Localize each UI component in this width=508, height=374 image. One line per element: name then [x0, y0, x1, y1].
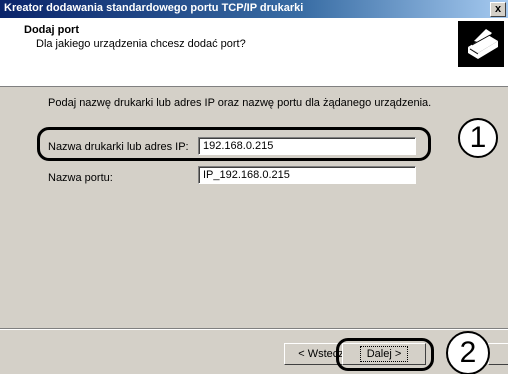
instruction-text: Podaj nazwę drukarki lub adres IP oraz n… [48, 97, 432, 109]
cancel-button[interactable] [488, 343, 508, 365]
window-title: Kreator dodawania standardowego portu TC… [4, 2, 304, 14]
close-button[interactable]: x [490, 2, 506, 17]
callout-frame-next [336, 338, 434, 371]
callout-number-1: 1 [458, 118, 498, 158]
close-icon: x [494, 3, 502, 15]
port-name-input[interactable]: IP_192.168.0.215 [198, 166, 416, 184]
printer-name-label: Nazwa drukarki lub adres IP: [48, 141, 189, 153]
callout-number-2: 2 [446, 331, 490, 374]
page-subtitle: Dla jakiego urządzenia chcesz dodać port… [36, 38, 246, 50]
printer-icon [458, 21, 504, 67]
page-title: Dodaj port [24, 24, 79, 36]
wizard-window: Kreator dodawania standardowego portu TC… [0, 0, 508, 374]
wizard-header: Dodaj port Dla jakiego urządzenia chcesz… [0, 18, 508, 87]
printer-name-input[interactable]: 192.168.0.215 [198, 137, 416, 155]
footer-divider-highlight [0, 329, 508, 330]
title-bar[interactable]: Kreator dodawania standardowego portu TC… [0, 0, 508, 18]
port-name-label: Nazwa portu: [48, 172, 113, 184]
